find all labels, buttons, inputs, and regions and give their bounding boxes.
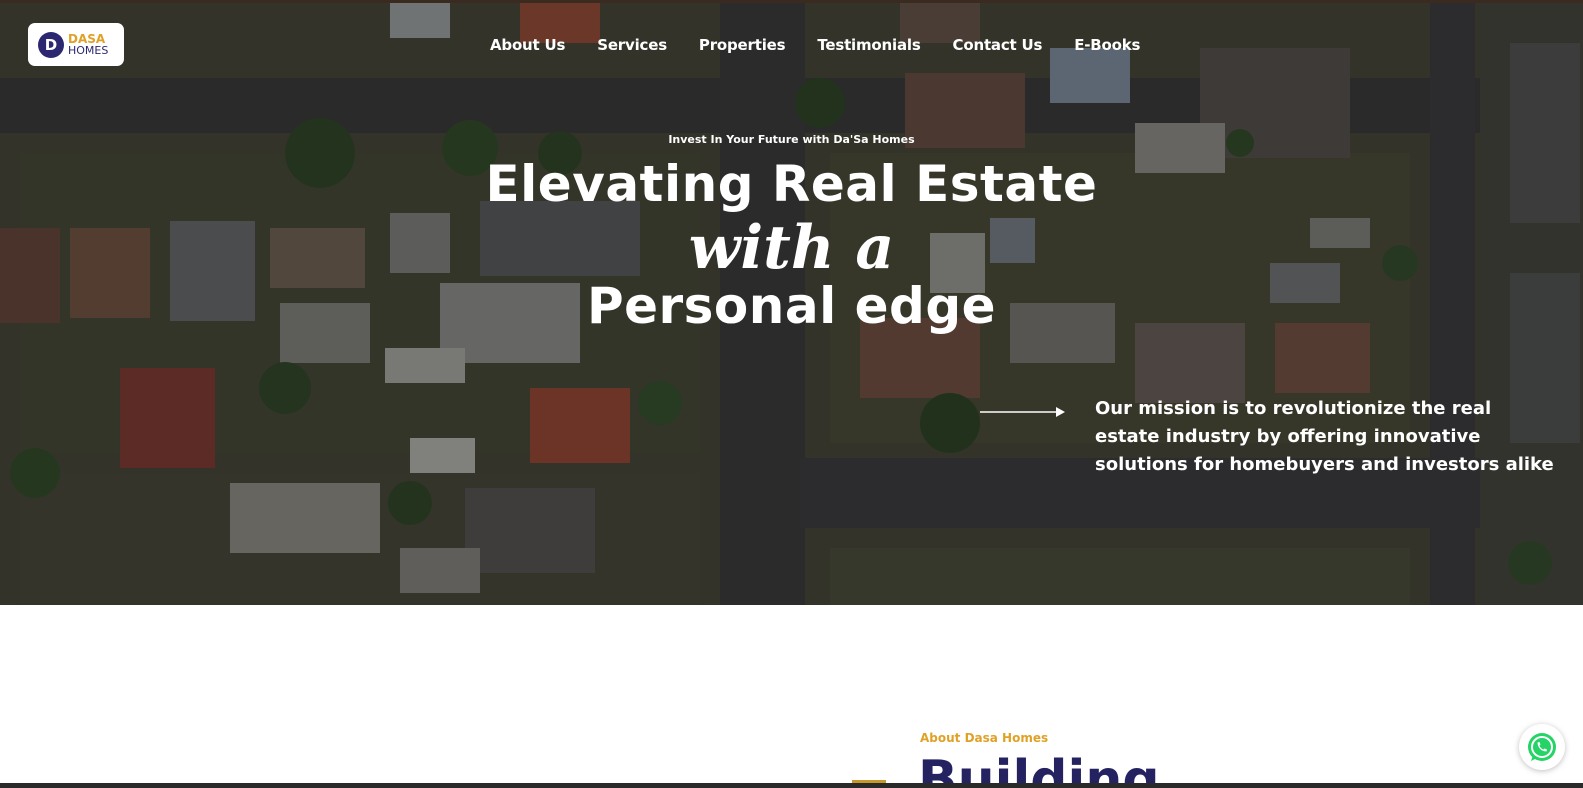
logo[interactable]: D DASA HOMES xyxy=(28,23,124,66)
hero-headline-line1: Elevating Real Estate xyxy=(485,155,1098,213)
nav-properties[interactable]: Properties xyxy=(699,36,786,54)
nav-testimonials[interactable]: Testimonials xyxy=(817,36,920,54)
logo-line2: HOMES xyxy=(68,43,109,57)
logo-wordmark: DASA HOMES xyxy=(68,33,108,57)
hero-mission-text: Our mission is to revolutionize the real… xyxy=(1095,398,1554,475)
whatsapp-icon xyxy=(1528,733,1556,761)
hero-headline-line2: with a xyxy=(688,213,895,283)
nav-contact-us[interactable]: Contact Us xyxy=(953,36,1043,54)
bottom-strip xyxy=(0,783,1583,788)
arrow-right-icon xyxy=(980,407,1065,417)
whatsapp-button[interactable] xyxy=(1519,724,1565,770)
hero-eyebrow: Invest In Your Future with Da'Sa Homes xyxy=(668,133,915,146)
nav-services[interactable]: Services xyxy=(597,36,667,54)
hero-section: D DASA HOMES About Us Services Propertie… xyxy=(0,3,1583,605)
hero-headline-line3: Personal edge xyxy=(586,277,997,335)
nav-e-books[interactable]: E-Books xyxy=(1074,36,1140,54)
main-nav: About Us Services Properties Testimonial… xyxy=(490,36,1172,54)
logo-mark: D xyxy=(38,31,64,58)
about-section-label: About Dasa Homes xyxy=(920,731,1049,745)
logo-line1: DASA xyxy=(68,31,106,46)
page: D DASA HOMES About Us Services Propertie… xyxy=(0,0,1583,788)
nav-about-us[interactable]: About Us xyxy=(490,36,565,54)
